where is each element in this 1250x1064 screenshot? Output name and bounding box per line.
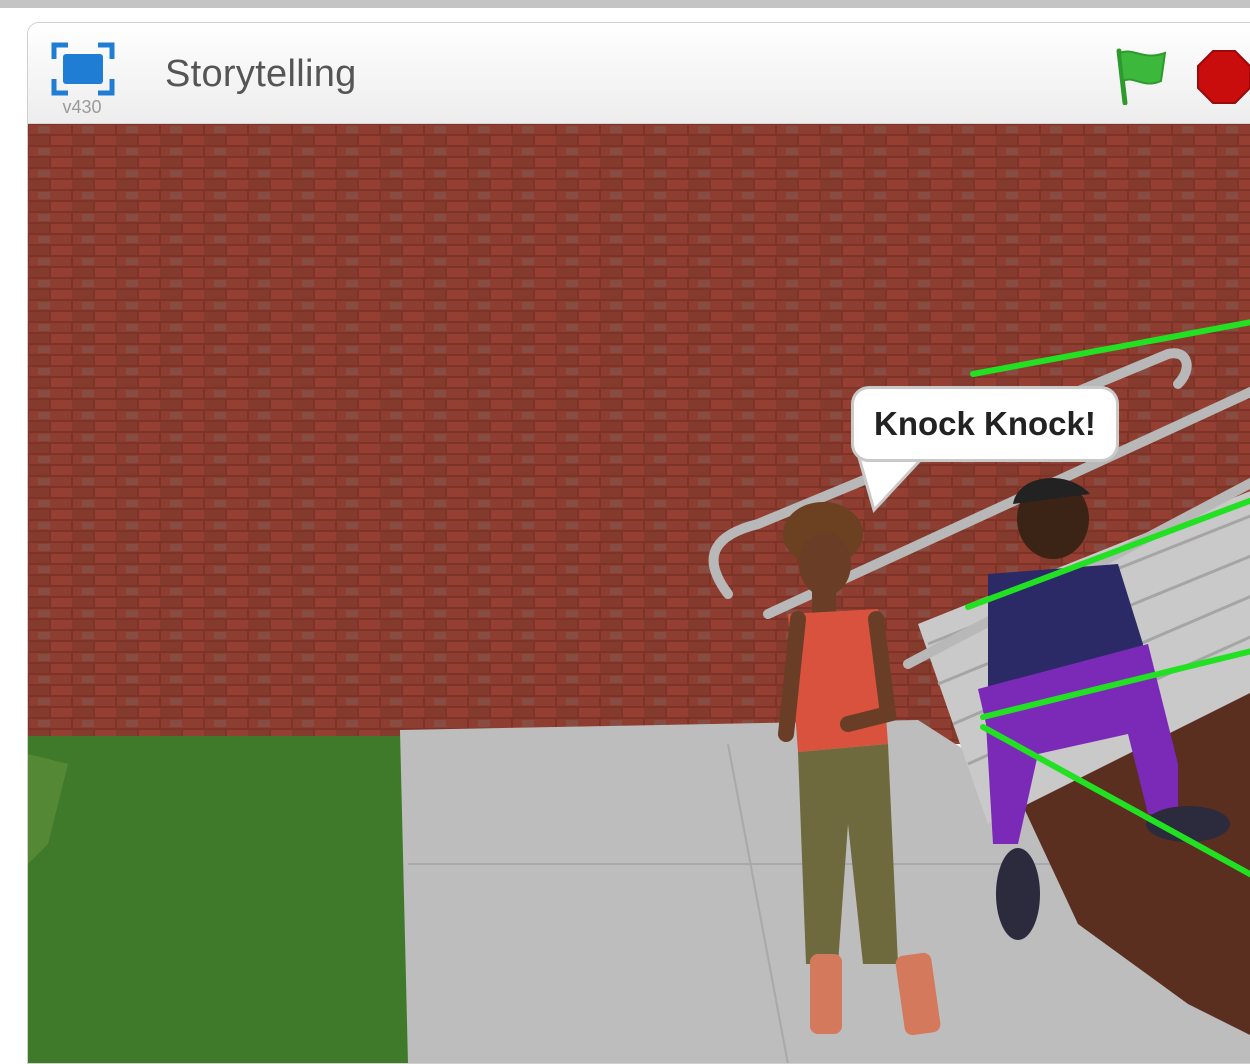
project-title: Storytelling (165, 53, 357, 95)
version-label: v430 (62, 97, 102, 117)
speech-bubble-tail (856, 454, 929, 513)
green-flag-button[interactable] (1113, 45, 1173, 106)
stage-canvas[interactable]: Knock Knock! (28, 124, 1250, 1063)
grass-lawn (28, 736, 408, 1063)
stop-button[interactable] (1196, 49, 1250, 105)
stage-header: v430 Storytelling (28, 23, 1250, 124)
window-top-edge (0, 0, 1250, 8)
stage-window: v430 Storytelling Knock Knock! (27, 22, 1250, 1064)
fullscreen-button[interactable]: v430 (48, 39, 118, 123)
stop-sign-icon (1197, 50, 1250, 104)
green-flag-icon (1116, 48, 1167, 106)
speech-bubble: Knock Knock! (851, 386, 1119, 462)
stage-backdrop (28, 124, 1250, 1063)
fullscreen-icon (51, 42, 115, 96)
speech-bubble-text: Knock Knock! (874, 405, 1096, 442)
